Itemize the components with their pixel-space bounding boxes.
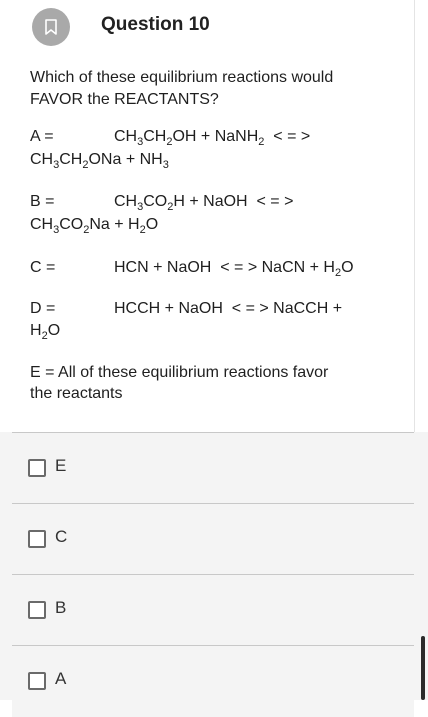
question-prompt-line-1: Which of these equilibrium reactions wou… bbox=[30, 69, 334, 86]
reaction-b-equation-line-1: CH3CO2H + NaOH < = > bbox=[114, 193, 294, 213]
reaction-c: C = HCN + NaOH < = > NaCN + H2O bbox=[30, 257, 390, 279]
option-e-label: E bbox=[55, 456, 67, 475]
checkbox-icon[interactable] bbox=[28, 672, 46, 690]
option-e[interactable]: E bbox=[12, 432, 414, 504]
reaction-d-equation-line-2: H2O bbox=[30, 322, 61, 342]
reaction-c-label: C = bbox=[30, 259, 56, 276]
checkbox-icon[interactable] bbox=[28, 530, 46, 548]
option-a-label: A bbox=[55, 669, 67, 688]
option-c[interactable]: C bbox=[12, 503, 414, 575]
option-c-label: C bbox=[55, 527, 68, 546]
checkbox-icon[interactable] bbox=[28, 459, 46, 477]
reaction-d-label: D = bbox=[30, 300, 56, 317]
reaction-b-equation-line-2: CH3CO2Na + H2O bbox=[30, 216, 159, 236]
question-prompt-line-2: FAVOR the REACTANTS? bbox=[30, 91, 219, 108]
reaction-a-equation-line-1: CH3CH2OH + NaNH2 < = > bbox=[114, 128, 311, 148]
reaction-a-equation-line-2: CH3CH2ONa + NH3 bbox=[30, 151, 169, 171]
statement-e-line-1: E = All of these equilibrium reactions f… bbox=[30, 364, 329, 381]
reaction-b-label: B = bbox=[30, 193, 55, 210]
reaction-a: A = CH3CH2OH + NaNH2 < = > bbox=[30, 126, 390, 148]
scrollbar[interactable] bbox=[421, 636, 425, 700]
question-title: Question 10 bbox=[101, 14, 210, 35]
card-border bbox=[414, 0, 415, 432]
statement-e-line-2: the reactants bbox=[30, 385, 123, 402]
reaction-d-equation-line-1: HCCH + NaOH < = > NaCCH + bbox=[114, 300, 343, 317]
reaction-c-equation: HCN + NaOH < = > NaCN + H2O bbox=[114, 259, 354, 279]
checkbox-icon[interactable] bbox=[28, 601, 46, 619]
answer-options: E C B A bbox=[0, 432, 428, 717]
reaction-b: B = CH3CO2H + NaOH < = > bbox=[30, 191, 390, 213]
option-a[interactable]: A bbox=[12, 645, 414, 717]
reaction-d: D = HCCH + NaOH < = > NaCCH + bbox=[30, 298, 390, 320]
option-b-label: B bbox=[55, 598, 67, 617]
bookmark-button[interactable] bbox=[32, 8, 70, 46]
reaction-a-label: A = bbox=[30, 128, 54, 145]
bookmark-icon bbox=[45, 19, 57, 35]
option-b[interactable]: B bbox=[12, 574, 414, 646]
